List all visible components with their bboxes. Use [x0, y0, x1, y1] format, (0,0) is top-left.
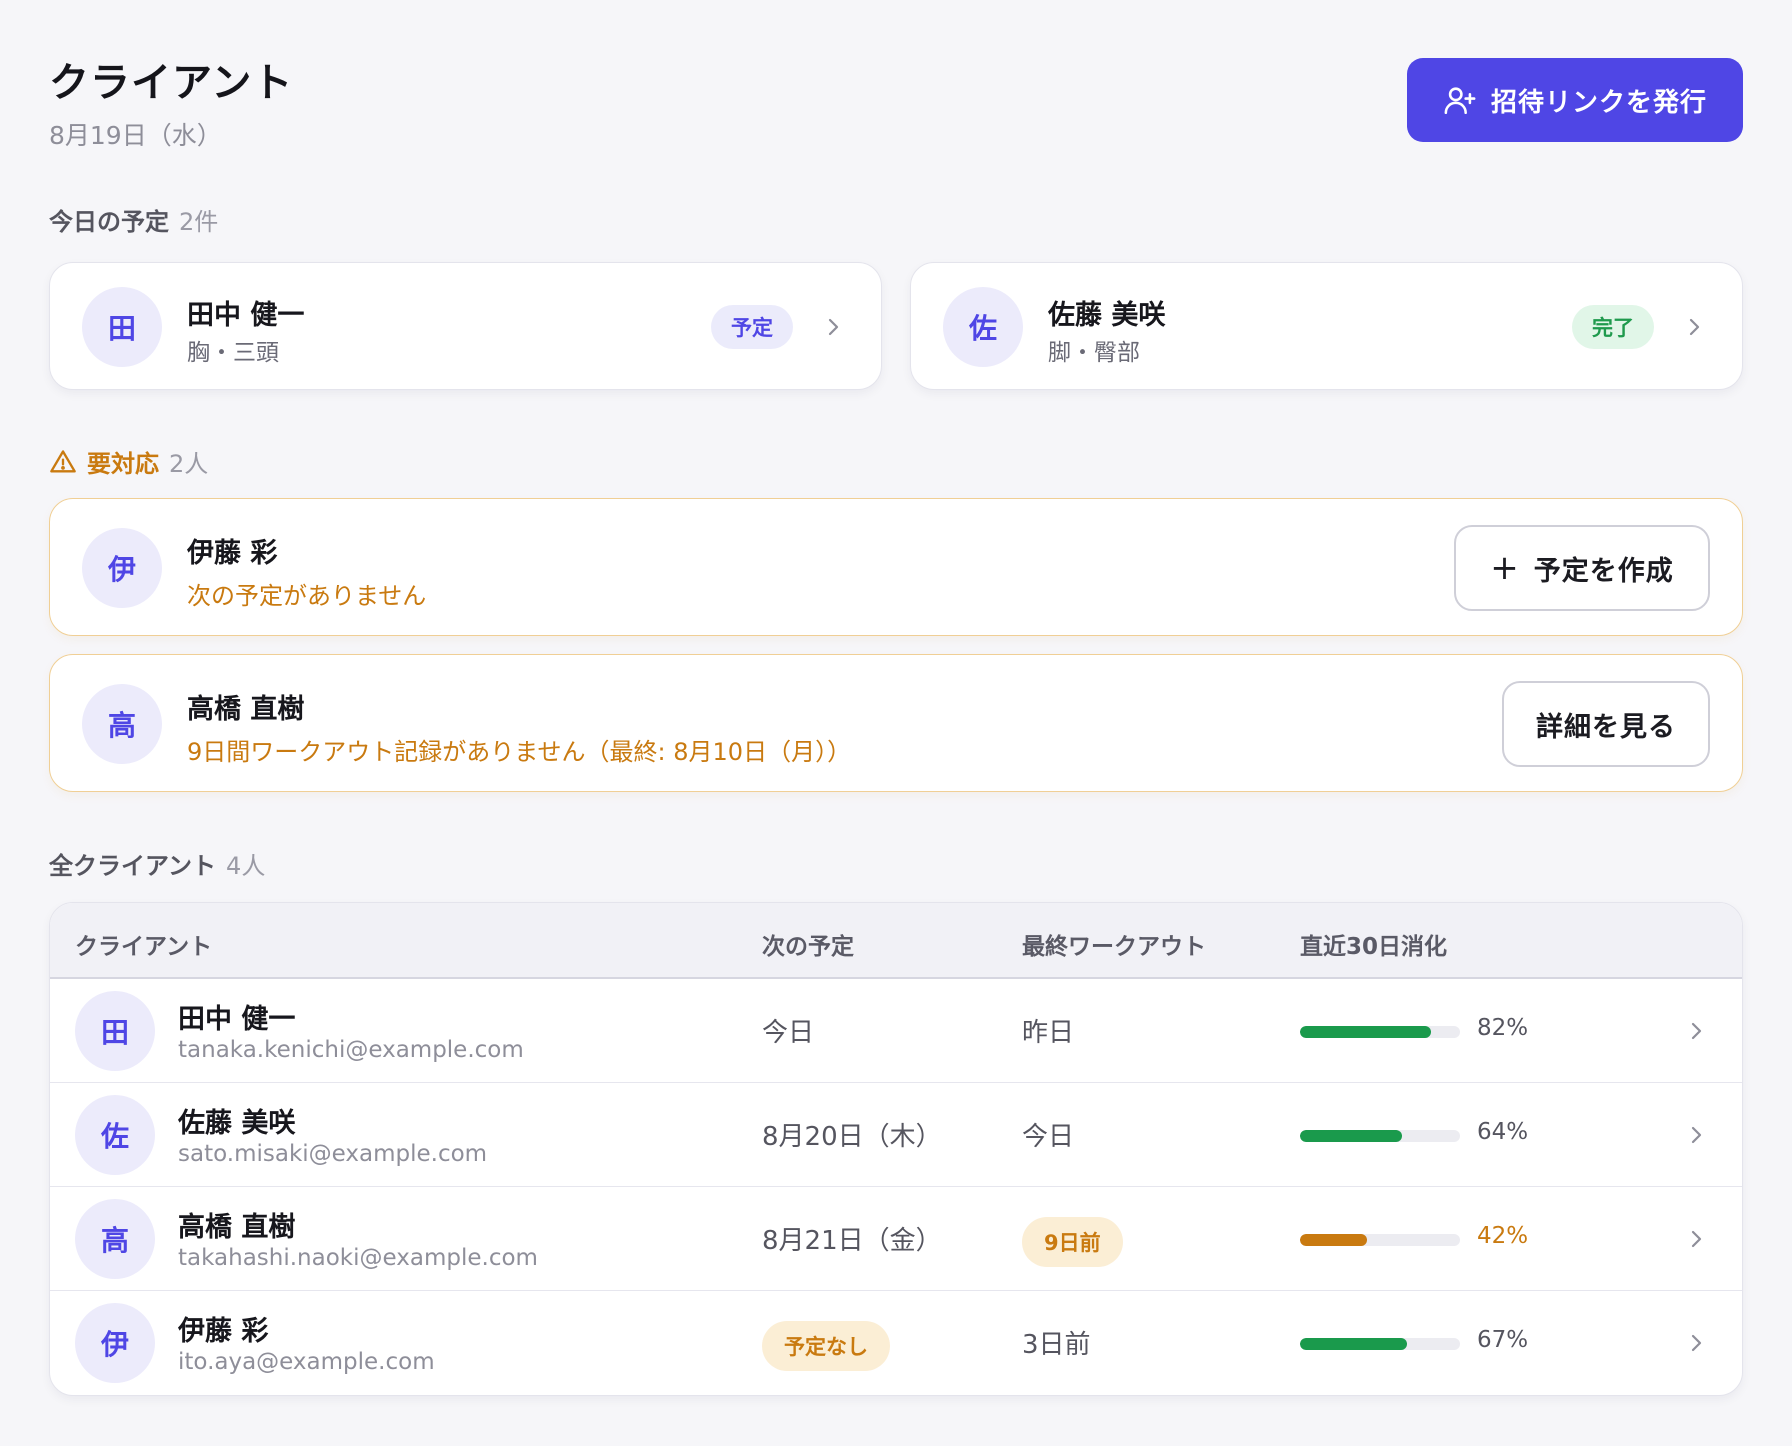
- next-schedule: 8月21日（金）: [762, 1226, 942, 1256]
- last-workout: 今日: [1022, 1122, 1075, 1152]
- progress-bar: [1300, 1026, 1460, 1038]
- today-card-tanaka[interactable]: 田 田中 健一 胸・三頭 予定: [49, 262, 882, 390]
- today-card-sato[interactable]: 佐 佐藤 美咲 脚・臀部 完了: [910, 262, 1743, 390]
- last-workout: 昨日: [1022, 1018, 1075, 1048]
- table-row[interactable]: 高 高橋 直樹 takahashi.naoki@example.com 8月21…: [50, 1187, 1742, 1291]
- progress-percent: 42%: [1477, 1223, 1529, 1249]
- clients-section-heading: 全クライアント 4人: [49, 846, 265, 881]
- table-header: クライアント 次の予定 最終ワークアウト 直近30日消化: [50, 903, 1742, 979]
- avatar: 伊: [75, 1303, 155, 1383]
- chevron-right-icon: [1691, 1126, 1702, 1144]
- view-details-button[interactable]: 詳細を見る: [1502, 681, 1710, 767]
- workout-focus: 脚・臀部: [1048, 340, 1140, 366]
- client-name: 田中 健一: [187, 300, 305, 331]
- clients-heading: 全クライアント: [49, 852, 217, 880]
- progress-bar: [1300, 1234, 1460, 1246]
- chevron-right-icon: [1691, 1334, 1702, 1352]
- today-section-heading: 今日の予定 2件: [49, 202, 218, 237]
- avatar: 田: [82, 287, 162, 367]
- column-header-last: 最終ワークアウト: [1022, 934, 1206, 960]
- table-row[interactable]: 佐 佐藤 美咲 sato.misaki@example.com 8月20日（木）…: [50, 1083, 1742, 1187]
- column-header-progress: 直近30日消化: [1300, 934, 1448, 960]
- avatar: 田: [75, 991, 155, 1071]
- today-count: 2件: [179, 208, 219, 236]
- chevron-right-icon: [1689, 318, 1700, 336]
- avatar: 伊: [82, 528, 162, 608]
- progress-fill: [1300, 1338, 1408, 1350]
- progress-fill: [1300, 1026, 1432, 1038]
- client-name: 佐藤 美咲: [178, 1108, 296, 1139]
- client-name: 田中 健一: [178, 1004, 296, 1035]
- table-row[interactable]: 伊 伊藤 彩 ito.aya@example.com 予定なし 3日前 67%: [50, 1291, 1742, 1395]
- client-name: 高橋 直樹: [178, 1212, 296, 1243]
- progress-fill: [1300, 1234, 1368, 1246]
- next-schedule-badge: 予定なし: [762, 1321, 890, 1371]
- user-plus-icon: [1444, 87, 1476, 115]
- invite-link-label: 招待リンクを発行: [1490, 87, 1707, 118]
- avatar: 高: [75, 1199, 155, 1279]
- create-schedule-button[interactable]: + 予定を作成: [1454, 525, 1710, 611]
- view-details-label: 詳細を見る: [1536, 711, 1676, 743]
- attention-message: 次の予定がありません: [187, 582, 427, 610]
- chevron-right-icon: [828, 318, 839, 336]
- plus-icon: +: [1490, 548, 1520, 588]
- client-name: 佐藤 美咲: [1048, 300, 1166, 331]
- next-schedule: 今日: [762, 1018, 815, 1048]
- client-email: takahashi.naoki@example.com: [178, 1245, 538, 1271]
- column-header-client: クライアント: [75, 934, 213, 960]
- status-badge-done: 完了: [1572, 305, 1654, 349]
- client-name: 伊藤 彩: [187, 538, 278, 569]
- attention-card-ito: 伊 伊藤 彩 次の予定がありません + 予定を作成: [49, 498, 1743, 636]
- status-badge-scheduled: 予定: [711, 305, 793, 349]
- chevron-right-icon: [1691, 1230, 1702, 1248]
- avatar: 高: [82, 684, 162, 764]
- client-name: 高橋 直樹: [187, 694, 305, 725]
- clients-count: 4人: [226, 852, 266, 880]
- next-schedule: 8月20日（木）: [762, 1122, 942, 1152]
- create-schedule-label: 予定を作成: [1533, 555, 1674, 587]
- client-email: sato.misaki@example.com: [178, 1141, 488, 1167]
- chevron-right-icon: [1691, 1022, 1702, 1040]
- client-email: ito.aya@example.com: [178, 1349, 435, 1375]
- progress-fill: [1300, 1130, 1403, 1142]
- attention-message: 9日間ワークアウト記録がありません（最終: 8月10日（月））: [187, 738, 852, 766]
- clients-table: クライアント 次の予定 最終ワークアウト 直近30日消化 田 田中 健一 tan…: [49, 902, 1743, 1396]
- progress-percent: 67%: [1477, 1327, 1529, 1353]
- warning-triangle-icon: [50, 449, 76, 472]
- attention-heading: 要対応: [87, 450, 159, 478]
- attention-count: 2人: [169, 450, 209, 478]
- invite-link-button[interactable]: 招待リンクを発行: [1407, 58, 1743, 142]
- attention-section-heading: 要対応 2人: [49, 444, 208, 479]
- today-heading: 今日の予定: [49, 208, 169, 236]
- workout-focus: 胸・三頭: [187, 340, 279, 366]
- last-workout: 3日前: [1022, 1330, 1091, 1360]
- progress-bar: [1300, 1338, 1460, 1350]
- table-row[interactable]: 田 田中 健一 tanaka.kenichi@example.com 今日 昨日…: [50, 979, 1742, 1083]
- client-name: 伊藤 彩: [178, 1316, 269, 1347]
- progress-percent: 82%: [1477, 1015, 1529, 1041]
- avatar: 佐: [75, 1095, 155, 1175]
- page-date: 8月19日（水）: [49, 121, 222, 150]
- attention-card-takahashi: 高 高橋 直樹 9日間ワークアウト記録がありません（最終: 8月10日（月）） …: [49, 654, 1743, 792]
- page-title: クライアント: [49, 60, 294, 106]
- progress-bar: [1300, 1130, 1460, 1142]
- client-email: tanaka.kenichi@example.com: [178, 1037, 524, 1063]
- progress-percent: 64%: [1477, 1119, 1529, 1145]
- avatar: 佐: [943, 287, 1023, 367]
- last-workout-badge: 9日前: [1022, 1217, 1123, 1267]
- column-header-next: 次の予定: [762, 934, 854, 960]
